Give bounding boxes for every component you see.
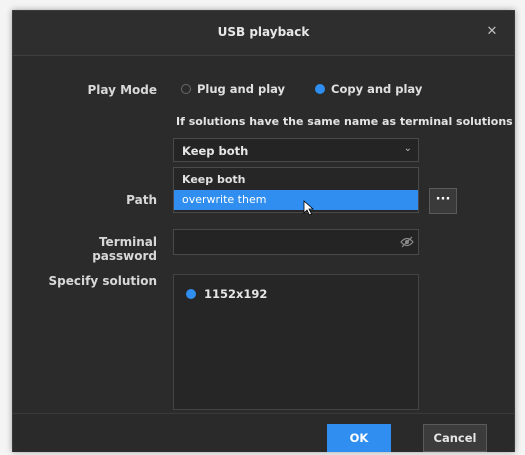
cancel-button[interactable]: Cancel xyxy=(423,424,487,452)
terminal-password-label: Terminal password xyxy=(92,235,157,263)
dialog-titlebar: USB playback ✕ xyxy=(13,11,514,56)
radio-plug-and-play[interactable]: Plug and play xyxy=(181,82,285,96)
close-icon[interactable]: ✕ xyxy=(483,23,501,41)
play-mode-label: Play Mode xyxy=(87,83,157,97)
mouse-pointer-icon xyxy=(303,200,315,216)
usb-playback-dialog: USB playback ✕ Play Mode Plug and play C… xyxy=(12,10,515,452)
radio-copy-and-play-label: Copy and play xyxy=(331,82,423,96)
radio-copy-and-play[interactable]: Copy and play xyxy=(315,82,422,96)
eye-icon[interactable] xyxy=(400,236,414,248)
dialog-footer: OK Cancel xyxy=(13,413,514,452)
ok-button[interactable]: OK xyxy=(327,424,391,452)
same-name-select[interactable]: Keep both ⌄ xyxy=(173,138,419,162)
chevron-down-icon[interactable]: ⌄ xyxy=(404,143,412,154)
dropdown-option-overwrite-them-label: overwrite them xyxy=(182,193,267,206)
same-name-select-value: Keep both xyxy=(182,144,249,158)
solution-item[interactable]: 1152x192 xyxy=(186,287,267,301)
radio-copy-and-play-indicator[interactable] xyxy=(315,84,325,94)
specify-solution-label: Specify solution xyxy=(48,274,158,288)
dropdown-option-keep-both[interactable]: Keep both xyxy=(174,170,418,190)
dialog-title: USB playback xyxy=(217,25,310,39)
radio-plug-and-play-label: Plug and play xyxy=(197,82,286,96)
radio-plug-and-play-indicator[interactable] xyxy=(181,84,191,94)
path-label: Path xyxy=(126,193,157,207)
dropdown-option-keep-both-label: Keep both xyxy=(182,173,246,186)
browse-path-button[interactable]: ··· xyxy=(429,188,457,214)
solution-list: 1152x192 xyxy=(173,274,419,410)
terminal-password-input[interactable] xyxy=(174,230,400,254)
solution-item-label: 1152x192 xyxy=(204,287,268,301)
same-name-dropdown: Keep both overwrite them xyxy=(173,167,419,213)
same-name-hint: If solutions have the same name as termi… xyxy=(176,115,513,128)
terminal-password-field[interactable] xyxy=(173,229,419,255)
dropdown-option-overwrite-them[interactable]: overwrite them xyxy=(174,190,418,210)
solution-item-radio[interactable] xyxy=(186,289,196,299)
